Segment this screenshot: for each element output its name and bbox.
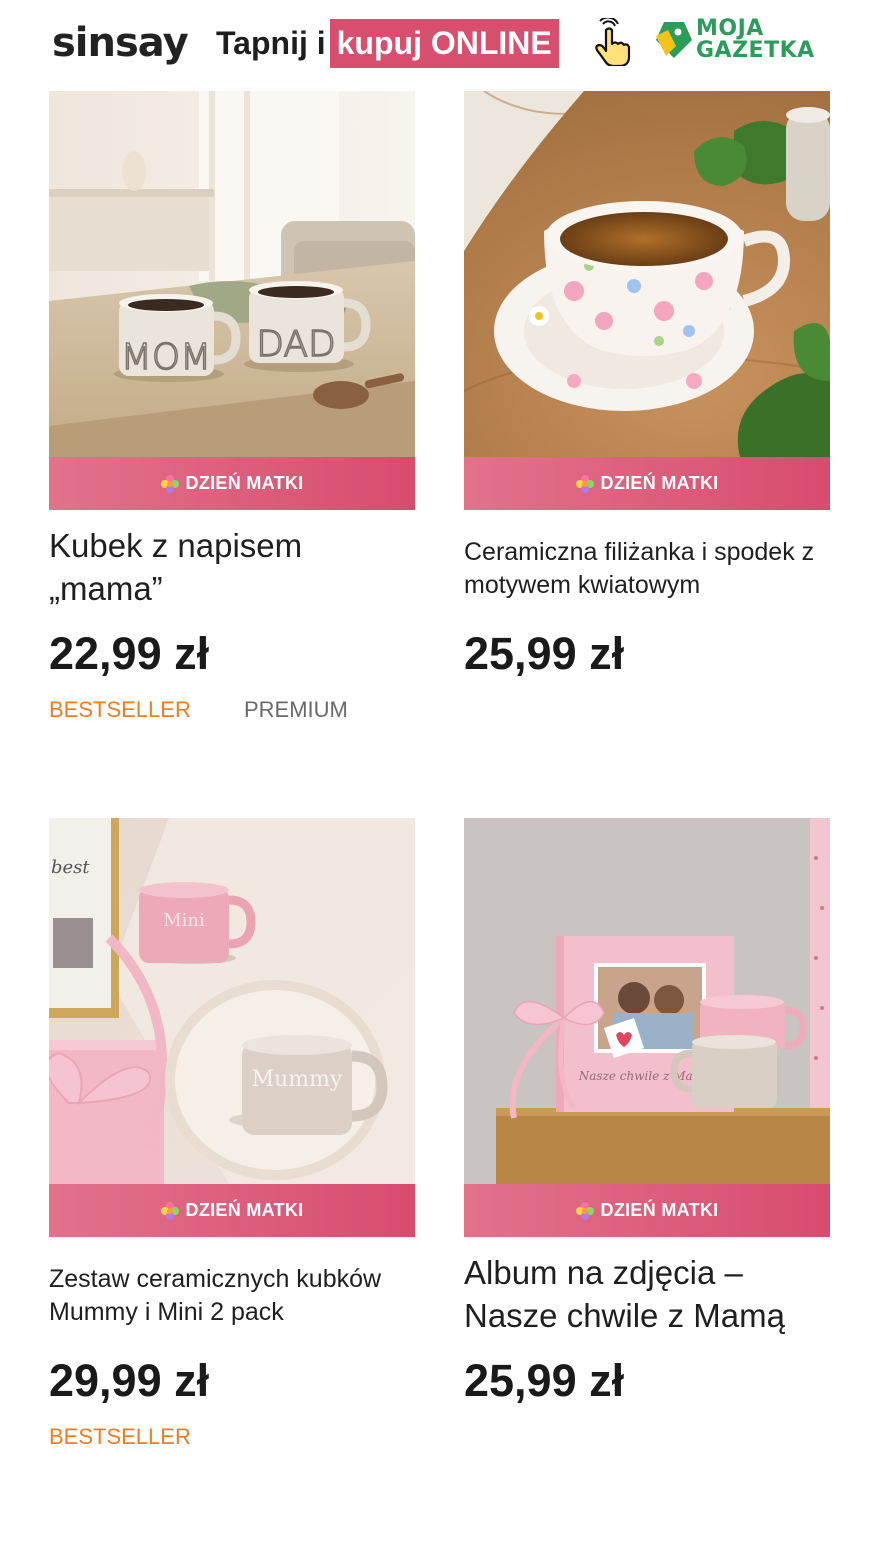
header: sinsay Tapnij i kupuj ONLINE MOJA GAZETK… [0,0,879,90]
premium-badge: PREMIUM [244,697,348,722]
flower-icon [160,1201,179,1220]
product-title[interactable]: Ceramiczna filiżanka i spodek z motywem … [464,536,836,602]
tagline[interactable]: Tapnij i kupuj ONLINE [216,19,559,68]
mug-text-mummy: Mummy [252,1067,343,1092]
flower-icon [575,474,594,493]
product-title[interactable]: Zestaw ceramicznych kubków Mummy i Mini … [49,1263,421,1329]
hand-pointer-icon [595,18,631,66]
product-photo[interactable] [464,91,830,457]
ribbon-dzien-matki: DZIEŃ MATKI [49,457,415,510]
ribbon-label: DZIEŃ MATKI [185,473,304,493]
ribbon-label: DZIEŃ MATKI [185,1200,304,1220]
gazetka-label: GAZETKA [696,38,815,63]
product-price: 22,99 zł [49,628,210,679]
product-photo[interactable]: MOM DAD [49,91,415,457]
product-card-floral-cup[interactable]: DZIEŃ MATKI Ceramiczna filiżanka i spode… [464,91,830,741]
bestseller-badge: BESTSELLER [49,697,191,722]
flower-icon [160,474,179,493]
product-card-mummy-mini-set[interactable]: best Mummy Mini DZIEŃ MATKI Zestaw ceram… [49,818,415,1468]
flower-icon [575,1201,594,1220]
ribbon-label: DZIEŃ MATKI [600,473,719,493]
ribbon-dzien-matki: DZIEŃ MATKI [464,457,830,510]
product-photo[interactable]: best Mummy Mini [49,818,415,1184]
frame-word: best [51,857,90,878]
ribbon-dzien-matki: DZIEŃ MATKI [49,1184,415,1237]
product-title[interactable]: Kubek z napisem „mama” [49,524,421,610]
product-price: 29,99 zł [49,1355,210,1406]
product-card-photo-album[interactable]: Nasze chwile z Mamą DZIEŃ MATKI Album na… [464,818,830,1468]
product-photo[interactable]: Nasze chwile z Mamą [464,818,830,1184]
moja-label: MOJA [696,16,764,41]
ribbon-label: DZIEŃ MATKI [600,1200,719,1220]
product-price: 25,99 zł [464,1355,625,1406]
product-card-mom-mug[interactable]: MOM DAD DZIEŃ MATKI Kubek z napisem „mam… [49,91,415,741]
product-title[interactable]: Album na zdjęcia – Nasze chwile z Mamą [464,1251,836,1337]
sinsay-logo[interactable]: sinsay [52,18,189,68]
tagline-prefix: Tapnij i [216,25,326,61]
moja-gazetka-logo[interactable]: MOJA GAZETKA [654,18,829,64]
mug-text-mom: MOM [121,337,211,378]
bestseller-badge: BESTSELLER [49,1424,191,1449]
ribbon-dzien-matki: DZIEŃ MATKI [464,1184,830,1237]
album-caption: Nasze chwile z Mamą [578,1069,711,1083]
mug-text-dad: DAD [256,324,335,365]
product-price: 25,99 zł [464,628,625,679]
tag-icon [656,22,692,58]
tagline-highlight: kupuj ONLINE [329,19,559,68]
mug-text-mini: Mini [163,910,205,931]
